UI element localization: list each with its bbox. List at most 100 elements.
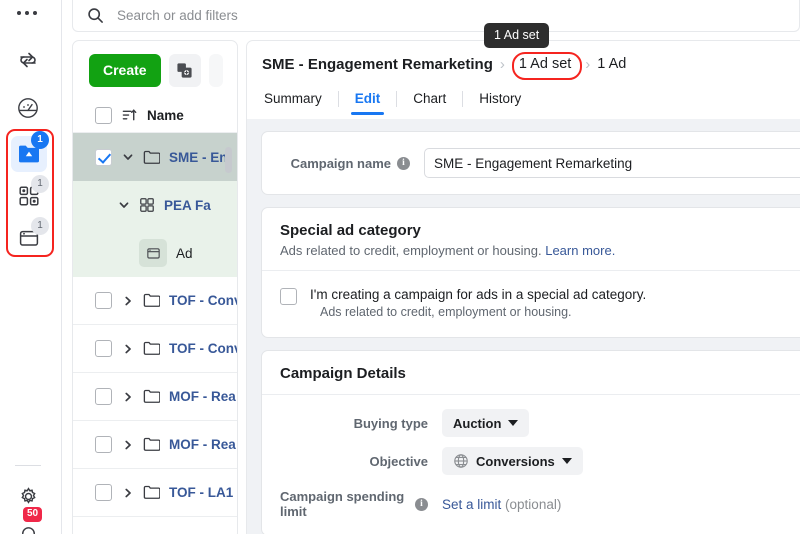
row-checkbox[interactable] <box>95 292 112 309</box>
folder-icon <box>143 150 160 165</box>
sidebar-item-ads[interactable]: 1 <box>7 218 51 258</box>
main-panel: SME - Engagement Remarketing › 1 Ad set … <box>246 40 800 534</box>
notifications-count-badge: 50 <box>23 507 42 522</box>
chevron-down-icon[interactable] <box>121 151 134 163</box>
tab-history[interactable]: History <box>463 87 537 115</box>
rail-divider <box>15 465 41 466</box>
row-checkbox[interactable] <box>95 388 112 405</box>
search-input[interactable] <box>115 7 495 24</box>
sync-arrows-icon[interactable] <box>10 42 46 78</box>
learn-more-link[interactable]: Learn more. <box>545 243 615 258</box>
campaign-spending-limit-label: Campaign spending limit i <box>280 489 428 519</box>
row-label: TOF - LA1 <box>169 485 233 500</box>
campaign-spending-limit-value: Set a limit (optional) <box>442 497 561 512</box>
create-button[interactable]: Create <box>89 54 161 87</box>
buying-type-dropdown[interactable]: Auction <box>442 409 529 437</box>
row-label: MOF - Rea <box>169 437 236 452</box>
list-header-row: Name <box>73 99 237 133</box>
sidebar-item-adsets[interactable]: 1 <box>7 176 51 216</box>
objective-label: Objective <box>280 454 428 469</box>
breadcrumb-separator: › <box>585 56 590 73</box>
more-icon[interactable] <box>209 54 223 87</box>
campaign-details-header: Campaign Details <box>262 351 800 394</box>
tab-summary[interactable]: Summary <box>262 87 338 115</box>
row-checkbox[interactable] <box>95 149 112 166</box>
campaign-details-card: Campaign Details Buying type Auction Obj… <box>261 350 800 534</box>
table-row[interactable]: MOF - Rea <box>73 421 237 469</box>
table-row[interactable]: Ad <box>73 229 237 277</box>
special-ad-category-checkbox-row: I'm creating a campaign for ads in a spe… <box>262 271 800 337</box>
campaign-spending-limit-label-text: Campaign spending limit <box>280 489 409 519</box>
table-row[interactable]: TOF - Conv <box>73 277 237 325</box>
special-ad-category-subtitle: Ads related to credit, employment or hou… <box>280 243 800 258</box>
left-icon-rail: 1 1 <box>0 0 62 534</box>
special-ad-category-checkbox-sub: Ads related to credit, employment or hou… <box>320 305 646 319</box>
special-ad-category-title: Special ad category <box>280 222 800 239</box>
objective-dropdown[interactable]: Conversions <box>442 447 583 475</box>
tab-bar: Summary Edit Chart History <box>262 87 537 115</box>
info-icon[interactable]: i <box>415 498 428 511</box>
sort-icon[interactable] <box>122 108 137 123</box>
set-a-limit-link[interactable]: Set a limit <box>442 497 501 512</box>
special-ad-category-checkbox[interactable] <box>280 288 297 305</box>
chevron-right-icon[interactable] <box>121 391 134 403</box>
campaign-name-card: Campaign name i <box>261 131 800 195</box>
chevron-right-icon[interactable] <box>121 295 134 307</box>
campaign-list-panel: Create <box>72 40 238 534</box>
table-row[interactable]: SME - En <box>73 133 237 181</box>
folder-icon <box>143 293 160 308</box>
chevron-down-icon <box>562 458 572 464</box>
campaign-name-input[interactable] <box>424 148 800 178</box>
folder-icon <box>143 485 160 500</box>
campaign-spending-limit-row: Campaign spending limit i Set a limit (o… <box>280 489 800 519</box>
table-row[interactable]: TOF - Conv <box>73 325 237 373</box>
ads-count-badge: 1 <box>31 217 49 235</box>
optional-text: (optional) <box>505 497 561 512</box>
info-icon[interactable]: i <box>397 157 410 170</box>
list-scrollbar-thumb[interactable] <box>225 147 232 173</box>
table-row[interactable]: PEA Fa <box>73 181 237 229</box>
overflow-dots-icon[interactable] <box>12 6 42 20</box>
folder-icon <box>143 389 160 404</box>
app-root: 1 1 <box>0 0 800 534</box>
campaign-name-label: Campaign name i <box>280 156 410 171</box>
duplicate-icon[interactable] <box>169 54 201 87</box>
campaign-name-row: Campaign name i <box>262 132 800 194</box>
select-all-checkbox[interactable] <box>95 107 112 124</box>
breadcrumb-adset[interactable]: 1 Ad set <box>512 55 578 73</box>
list-toolbar: Create <box>73 41 237 99</box>
special-ad-category-card: Special ad category Ads related to credi… <box>261 207 800 338</box>
sidebar-item-campaigns[interactable]: 1 <box>7 134 51 174</box>
special-ad-category-subtitle-text: Ads related to credit, employment or hou… <box>280 243 542 258</box>
folder-icon <box>143 341 160 356</box>
globe-icon <box>453 453 469 469</box>
objective-value: Conversions <box>476 454 555 469</box>
campaign-details-body: Buying type Auction Objective <box>262 395 800 534</box>
campaigns-count-badge: 1 <box>31 131 49 149</box>
campaign-name-label-text: Campaign name <box>291 156 391 171</box>
breadcrumb-separator: › <box>500 56 505 73</box>
tab-chart[interactable]: Chart <box>397 87 462 115</box>
breadcrumb-ad[interactable]: 1 Ad <box>597 56 626 72</box>
table-row[interactable]: MOF - Rea <box>73 373 237 421</box>
grid-icon <box>139 197 155 213</box>
row-checkbox[interactable] <box>95 484 112 501</box>
table-row[interactable]: TOF - LA1 <box>73 469 237 517</box>
chevron-down-icon[interactable] <box>117 199 130 211</box>
chevron-right-icon[interactable] <box>121 439 134 451</box>
row-checkbox[interactable] <box>95 436 112 453</box>
row-label: Ad <box>176 246 193 261</box>
column-header-name: Name <box>147 108 184 123</box>
tooltip: 1 Ad set <box>484 23 549 48</box>
speedometer-icon[interactable] <box>10 90 46 126</box>
folder-icon <box>143 437 160 452</box>
breadcrumb-campaign[interactable]: SME - Engagement Remarketing <box>262 56 493 73</box>
tab-edit[interactable]: Edit <box>339 87 397 115</box>
row-checkbox[interactable] <box>95 340 112 357</box>
chevron-right-icon[interactable] <box>121 343 134 355</box>
special-ad-category-header: Special ad category Ads related to credi… <box>262 208 800 270</box>
special-ad-category-checkbox-label: I'm creating a campaign for ads in a spe… <box>310 287 646 302</box>
chevron-right-icon[interactable] <box>121 487 134 499</box>
buying-type-value: Auction <box>453 416 501 431</box>
search-bar[interactable] <box>72 0 800 32</box>
